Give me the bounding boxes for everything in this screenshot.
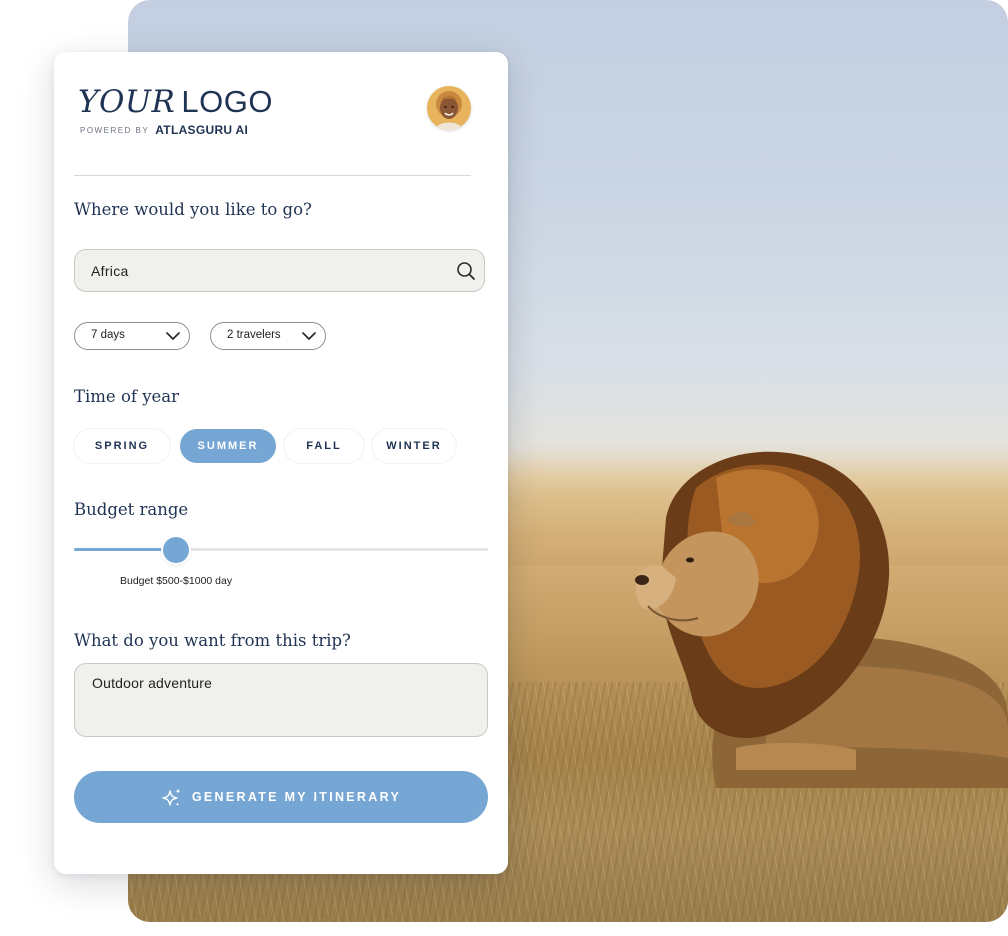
header-divider <box>74 175 471 176</box>
user-avatar[interactable] <box>427 86 471 130</box>
destination-value: Africa <box>91 263 129 279</box>
powered-by-line: POWERED BY ATLASGURU AI <box>80 123 273 137</box>
budget-heading: Budget range <box>74 500 189 519</box>
search-icon[interactable] <box>456 261 476 281</box>
travelers-value: 2 travelers <box>227 329 281 341</box>
season-option-fall[interactable]: FALL <box>284 429 364 463</box>
season-option-spring[interactable]: SPRING <box>74 429 170 463</box>
duration-select[interactable]: 7 days <box>74 322 190 350</box>
user-avatar-icon <box>427 86 471 130</box>
generate-itinerary-label: GENERATE MY ITINERARY <box>191 790 402 804</box>
sparkle-icon <box>162 788 181 806</box>
generate-itinerary-button[interactable]: GENERATE MY ITINERARY <box>74 771 488 823</box>
budget-label: Budget $500-$1000 day <box>120 575 233 587</box>
destination-search-input[interactable]: Africa <box>74 249 485 292</box>
lion-illustration <box>635 451 1008 788</box>
brand-logo: YOUR LOGO POWERED BY ATLASGURU AI <box>78 84 273 137</box>
budget-slider-fill <box>74 548 176 551</box>
season-option-winter[interactable]: WINTER <box>372 429 456 463</box>
trip-planner-card: YOUR LOGO POWERED BY ATLASGURU AI Where … <box>54 52 508 874</box>
logo-your-text: YOUR <box>78 84 176 120</box>
chevron-down-icon <box>302 332 316 340</box>
preferences-heading: What do you want from this trip? <box>74 631 351 650</box>
preferences-textarea[interactable]: Outdoor adventure <box>74 663 488 737</box>
chevron-down-icon <box>166 332 180 340</box>
budget-slider-handle[interactable] <box>163 537 189 563</box>
destination-heading: Where would you like to go? <box>74 200 312 219</box>
time-of-year-heading: Time of year <box>74 387 180 406</box>
powered-by-label: POWERED BY <box>80 125 150 135</box>
travelers-select[interactable]: 2 travelers <box>210 322 326 350</box>
preferences-value: Outdoor adventure <box>92 675 213 691</box>
logo-logo-text: LOGO <box>181 84 273 119</box>
duration-value: 7 days <box>91 329 125 341</box>
logo-wordmark: YOUR LOGO <box>78 84 273 120</box>
page: YOUR LOGO POWERED BY ATLASGURU AI Where … <box>0 0 1008 936</box>
powered-by-brand: ATLASGURU AI <box>155 123 249 137</box>
season-option-summer[interactable]: SUMMER <box>180 429 276 463</box>
